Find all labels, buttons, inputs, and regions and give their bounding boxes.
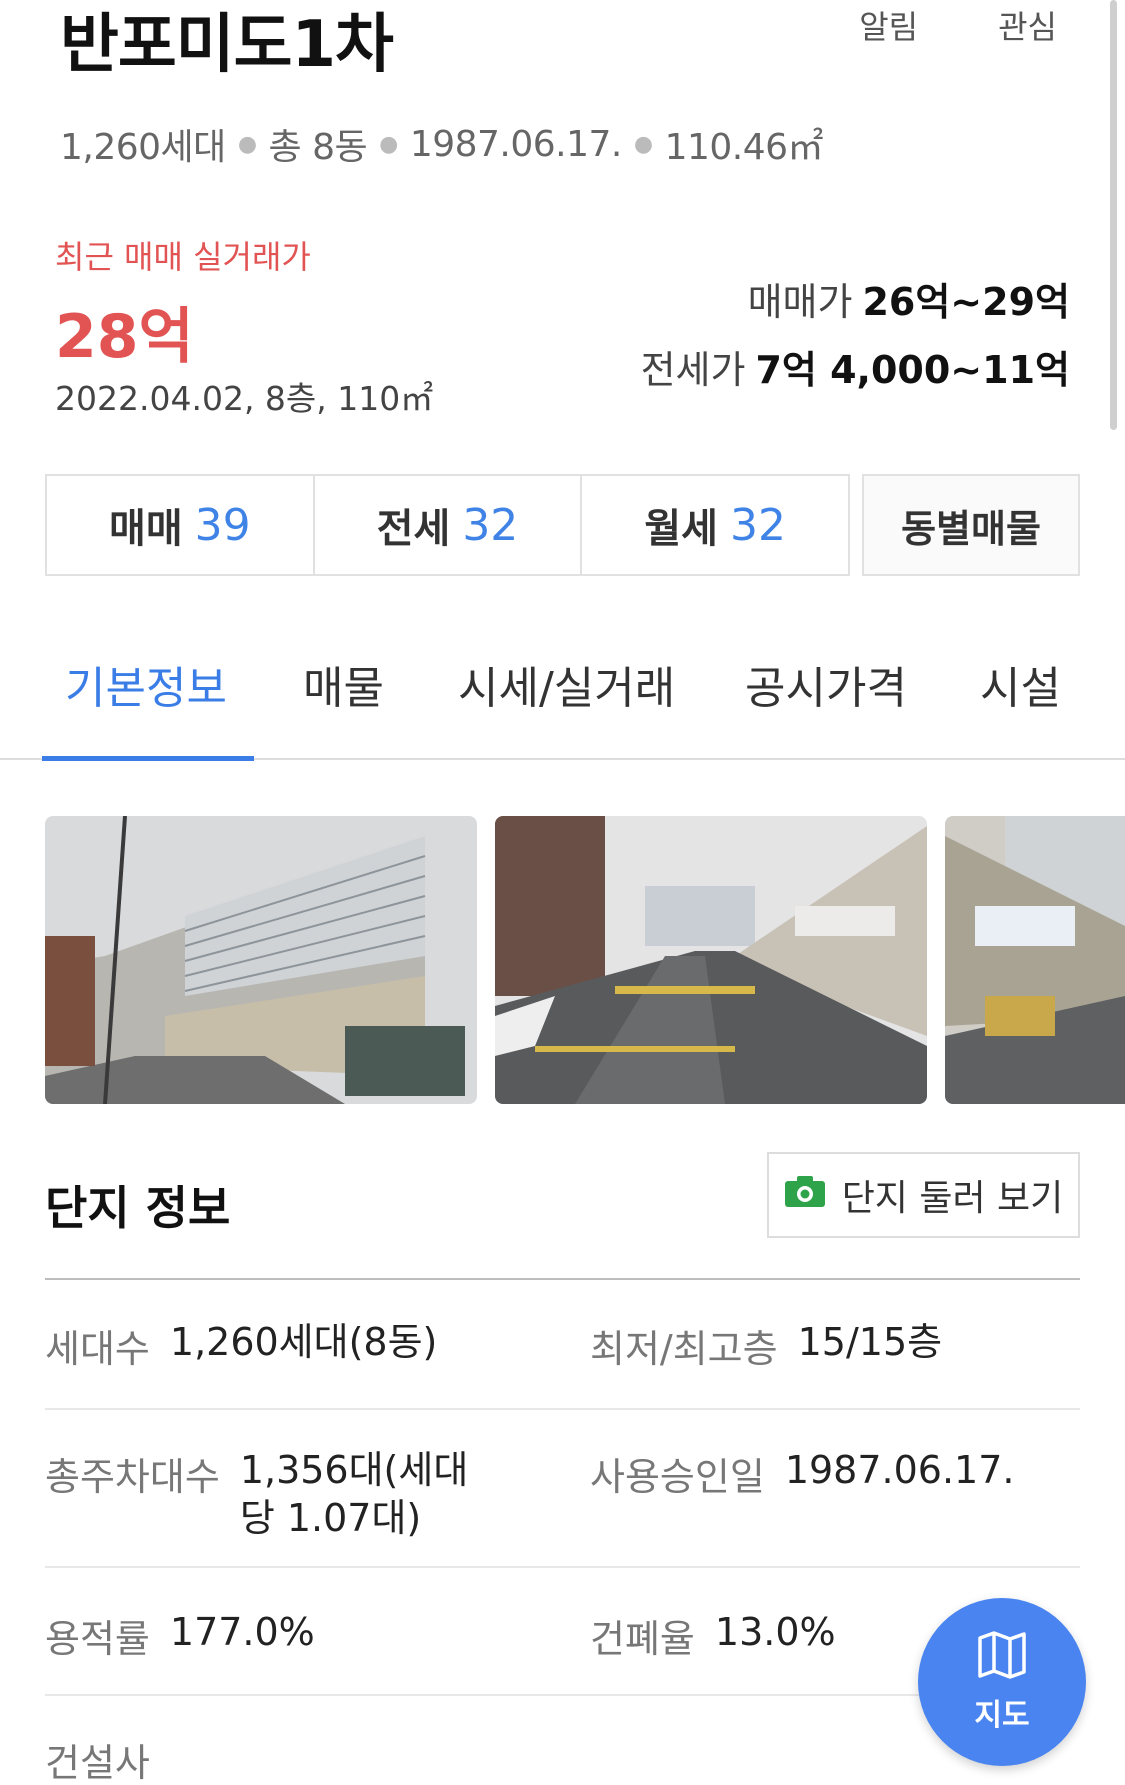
count-monthly-number: 32 <box>729 499 786 551</box>
info-key: 용적률 <box>45 1617 150 1661</box>
info-value: 15/15층 <box>797 1320 943 1364</box>
separator-dot: ● <box>237 131 257 157</box>
count-sale-number: 39 <box>194 499 251 551</box>
summary-households: 1,260세대 <box>60 127 226 168</box>
complex-summary: 1,260세대 ● 총 8동 ● 1987.06.17. ● 110.46㎡ <box>60 118 824 170</box>
price-range: 매매가 26억~29억 전세가 7억 4,000~11억 <box>641 268 1070 404</box>
info-approval-date: 사용승인일 1987.06.17. <box>590 1446 1014 1501</box>
count-jeonse-label: 전세 <box>376 506 451 552</box>
recent-trade-meta: 2022.04.02, 8층, 110㎡ <box>55 379 434 418</box>
photo-carousel[interactable] <box>45 816 1125 1104</box>
info-row: 세대수 1,260세대(8동) 최저/최고층 15/15층 <box>45 1280 1080 1410</box>
info-key: 건폐율 <box>590 1617 695 1661</box>
tab-bar: 기본정보 매물 시세/실거래 공시가격 시설 <box>0 640 1125 761</box>
info-key: 사용승인일 <box>590 1455 765 1499</box>
info-value: 1987.06.17. <box>784 1448 1015 1492</box>
count-monthly-label: 월세 <box>644 506 718 552</box>
info-value: 1,260세대(8동) <box>169 1320 438 1364</box>
info-value: 1,356대(세대당 1.07대) <box>239 1448 469 1540</box>
summary-buildings: 총 8동 <box>268 127 368 168</box>
jeonse-price-label: 전세가 <box>640 348 746 392</box>
listings-by-building-button[interactable]: 동별매물 <box>862 474 1080 576</box>
count-sale-button[interactable]: 매매 39 <box>47 476 315 574</box>
count-sale-label: 매매 <box>109 506 183 552</box>
camera-icon <box>784 1174 826 1217</box>
listing-count-group: 매매 39 전세 32 월세 32 <box>45 474 850 576</box>
count-monthly-button[interactable]: 월세 32 <box>582 476 848 574</box>
info-households: 세대수 1,260세대(8동) <box>45 1318 437 1373</box>
recent-trade-price: 28억 <box>55 302 194 372</box>
sale-price-label: 매매가 <box>747 280 853 324</box>
info-value: 13.0% <box>714 1610 836 1654</box>
alert-button[interactable]: 알림 <box>859 2 918 48</box>
scrollbar[interactable] <box>1110 0 1117 430</box>
info-building-coverage: 건폐율 13.0% <box>590 1608 836 1663</box>
separator-dot: ● <box>379 131 398 157</box>
info-parking: 총주차대수 1,356대(세대당 1.07대) <box>45 1446 500 1542</box>
complex-photo[interactable] <box>945 816 1125 1104</box>
complex-tour-label: 단지 둘러 보기 <box>841 1178 1064 1219</box>
favorite-button[interactable]: 관심 <box>998 2 1057 48</box>
sale-price-value: 26억~29억 <box>862 280 1070 324</box>
map-button-label: 지도 <box>974 1698 1030 1733</box>
tab-listings[interactable]: 매물 <box>303 652 384 716</box>
summary-approval-date: 1987.06.17. <box>409 123 623 165</box>
top-actions: 알림 관심 <box>859 2 1057 48</box>
separator-dot: ● <box>633 131 653 157</box>
map-button[interactable]: 지도 <box>918 1598 1086 1766</box>
complex-tour-button[interactable]: 단지 둘러 보기 <box>767 1152 1080 1238</box>
listing-counts: 매매 39 전세 32 월세 32 동별매물 <box>45 474 1080 576</box>
jeonse-price-value: 7억 4,000~11억 <box>755 348 1070 392</box>
info-value: 177.0% <box>169 1610 315 1654</box>
info-key: 건설사 <box>45 1741 150 1785</box>
tab-facilities[interactable]: 시설 <box>980 652 1061 716</box>
sale-price-row: 매매가 26억~29억 <box>641 268 1070 336</box>
complex-photo[interactable] <box>45 816 477 1104</box>
info-key: 세대수 <box>45 1327 150 1371</box>
recent-trade-label: 최근 매매 실거래가 <box>55 238 311 276</box>
section-title: 단지 정보 <box>45 1181 231 1235</box>
count-jeonse-number: 32 <box>462 499 519 551</box>
info-builder: 건설사 <box>45 1732 170 1785</box>
tab-price-trades[interactable]: 시세/실거래 <box>458 652 675 716</box>
count-jeonse-button[interactable]: 전세 32 <box>315 476 583 574</box>
tab-basic-info[interactable]: 기본정보 <box>65 652 227 716</box>
info-row: 총주차대수 1,356대(세대당 1.07대) 사용승인일 1987.06.17… <box>45 1410 1080 1568</box>
map-icon <box>976 1630 1028 1684</box>
tab-official-price[interactable]: 공시가격 <box>745 652 907 716</box>
summary-area: 110.46㎡ <box>664 127 824 168</box>
info-floors: 최저/최고층 15/15층 <box>590 1318 942 1373</box>
info-floor-area-ratio: 용적률 177.0% <box>45 1608 315 1663</box>
info-key: 총주차대수 <box>45 1455 220 1499</box>
complex-photo[interactable] <box>495 816 927 1104</box>
page-title: 반포미도1차 <box>60 8 394 82</box>
active-tab-indicator <box>42 756 254 761</box>
jeonse-price-row: 전세가 7억 4,000~11억 <box>641 336 1070 404</box>
info-key: 최저/최고층 <box>590 1327 778 1371</box>
